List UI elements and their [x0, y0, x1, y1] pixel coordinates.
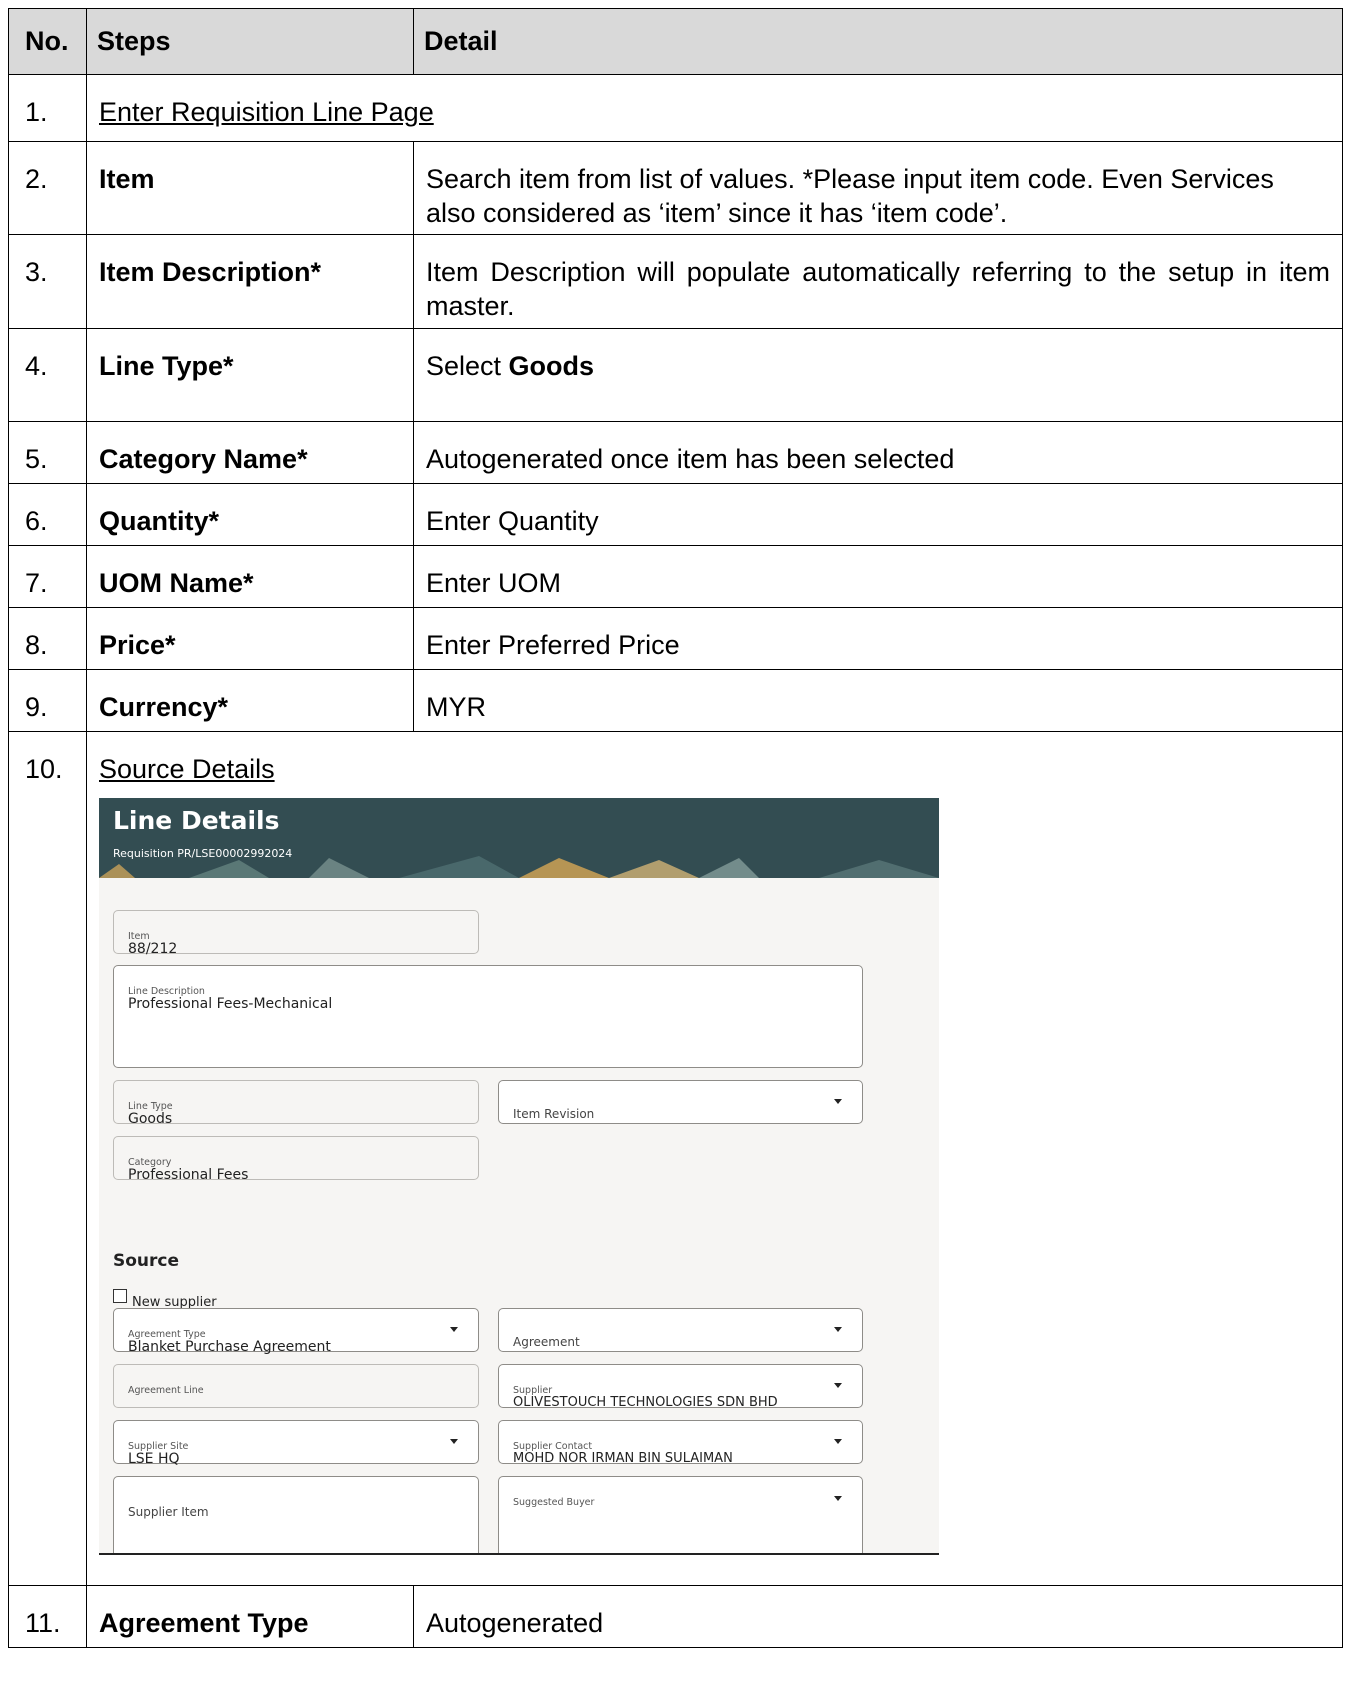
row-detail: Search item from list of values. *Please… — [413, 141, 1343, 235]
header-no: No. — [8, 8, 87, 75]
chevron-down-icon — [834, 1099, 842, 1104]
line-type-field[interactable]: Line Type Goods — [113, 1080, 479, 1127]
source-section-heading: Source — [113, 1251, 180, 1271]
row-detail: Select Goods — [413, 328, 1343, 422]
item-value: 88/212 — [128, 941, 178, 957]
supplier-item-label: Supplier Item — [128, 1505, 209, 1519]
row-step: Line Type* — [86, 328, 414, 422]
section-link-enter-requisition-line-page: Enter Requisition Line Page — [99, 97, 434, 127]
line-description-field[interactable]: Line Description Professional Fees-Mecha… — [113, 965, 863, 1068]
chevron-down-icon — [834, 1327, 842, 1332]
page-header-banner: Line Details Requisition PR/LSE000029920… — [99, 798, 939, 878]
item-field[interactable]: Item 88/212 — [113, 910, 479, 957]
chevron-down-icon — [450, 1439, 458, 1444]
procedure-table: No. Steps Detail 1. Enter Requisition Li… — [8, 8, 1343, 1648]
row-step: Item — [86, 141, 414, 235]
row-step: Agreement Type — [86, 1585, 414, 1648]
row-step: Category Name* — [86, 421, 414, 484]
row-number: 3. — [8, 234, 87, 329]
agreement-line-label: Agreement Line — [128, 1385, 204, 1396]
table-row: 11. Agreement Type Autogenerated — [8, 1585, 1343, 1648]
table-row: 3. Item Description* Item Description wi… — [8, 234, 1343, 329]
table-header-row: No. Steps Detail — [8, 8, 1343, 75]
row-detail: MYR — [413, 669, 1343, 732]
detail-prefix: Select — [426, 351, 509, 381]
table-row: 2. Item Search item from list of values.… — [8, 141, 1343, 235]
row-number: 6. — [8, 483, 87, 546]
suggested-buyer-label: Suggested Buyer — [513, 1497, 595, 1508]
line-details-screenshot: Line Details Requisition PR/LSE000029920… — [99, 798, 939, 1555]
agreement-label: Agreement — [513, 1335, 580, 1349]
row-step: Item Description* — [86, 234, 414, 329]
supplier-contact-select[interactable]: Supplier Contact MOHD NOR IRMAN BIN SULA… — [498, 1420, 863, 1466]
supplier-contact-value: MOHD NOR IRMAN BIN SULAIMAN — [513, 1451, 733, 1466]
chevron-down-icon — [834, 1383, 842, 1388]
row-number: 10. — [8, 731, 87, 1586]
row-detail: Enter Quantity — [413, 483, 1343, 546]
row-step: Quantity* — [86, 483, 414, 546]
item-revision-select[interactable]: Item Revision — [498, 1080, 863, 1124]
row-number: 8. — [8, 607, 87, 670]
row-number: 5. — [8, 421, 87, 484]
row-number: 4. — [8, 328, 87, 422]
supplier-select[interactable]: Supplier OLIVESTOUCH TECHNOLOGIES SDN BH… — [498, 1364, 863, 1410]
table-row: 4. Line Type* Select Goods — [8, 328, 1343, 422]
supplier-item-field[interactable]: Supplier Item — [113, 1476, 479, 1553]
table-row: 1. Enter Requisition Line Page — [8, 74, 1343, 142]
row-number: 7. — [8, 545, 87, 608]
row-number: 2. — [8, 141, 87, 235]
row-detail: Autogenerated — [413, 1585, 1343, 1648]
table-row: 8. Price* Enter Preferred Price — [8, 607, 1343, 670]
supplier-value: OLIVESTOUCH TECHNOLOGIES SDN BHD — [513, 1395, 778, 1410]
row-number: 9. — [8, 669, 87, 732]
row-number: 1. — [8, 74, 87, 142]
table-row: 6. Quantity* Enter Quantity — [8, 483, 1343, 546]
row-step: Price* — [86, 607, 414, 670]
chevron-down-icon — [834, 1439, 842, 1444]
supplier-site-value: LSE HQ — [128, 1451, 180, 1467]
category-value: Professional Fees — [128, 1167, 249, 1183]
header-detail: Detail — [413, 8, 1343, 75]
chevron-down-icon — [834, 1496, 842, 1501]
section-link-source-details: Source Details — [99, 754, 275, 784]
row-section-cell: Enter Requisition Line Page — [86, 74, 1343, 142]
suggested-buyer-select[interactable]: Suggested Buyer — [498, 1476, 863, 1553]
row-detail: Autogenerated once item has been selecte… — [413, 421, 1343, 484]
agreement-type-value: Blanket Purchase Agreement — [128, 1339, 331, 1355]
table-row: 5. Category Name* Autogenerated once ite… — [8, 421, 1343, 484]
agreement-type-select[interactable]: Agreement Type Blanket Purchase Agreemen… — [113, 1308, 479, 1355]
item-revision-label: Item Revision — [513, 1107, 595, 1121]
detail-bold: Goods — [508, 351, 595, 381]
table-row: 10. Source Details Line Details Requisit… — [8, 731, 1343, 1586]
supplier-site-select[interactable]: Supplier Site LSE HQ — [113, 1420, 479, 1467]
new-supplier-checkbox[interactable] — [113, 1289, 127, 1303]
page-title: Line Details — [113, 806, 280, 835]
row-detail: Enter UOM — [413, 545, 1343, 608]
row-step: UOM Name* — [86, 545, 414, 608]
line-description-value: Professional Fees-Mechanical — [128, 996, 333, 1012]
row-number: 11. — [8, 1585, 87, 1648]
page-subtitle: Requisition PR/LSE00002992024 — [113, 847, 293, 860]
category-field[interactable]: Category Professional Fees — [113, 1136, 479, 1183]
row-section-cell: Source Details Line Details Requisition … — [86, 731, 1343, 1586]
agreement-select[interactable]: Agreement — [498, 1308, 863, 1352]
row-detail: Enter Preferred Price — [413, 607, 1343, 670]
agreement-line-field[interactable]: Agreement Line — [113, 1364, 479, 1408]
table-row: 9. Currency* MYR — [8, 669, 1343, 732]
header-steps: Steps — [86, 8, 414, 75]
row-detail: Item Description will populate automatic… — [413, 234, 1343, 329]
row-step: Currency* — [86, 669, 414, 732]
table-row: 7. UOM Name* Enter UOM — [8, 545, 1343, 608]
chevron-down-icon — [450, 1327, 458, 1332]
line-type-value: Goods — [128, 1111, 173, 1127]
